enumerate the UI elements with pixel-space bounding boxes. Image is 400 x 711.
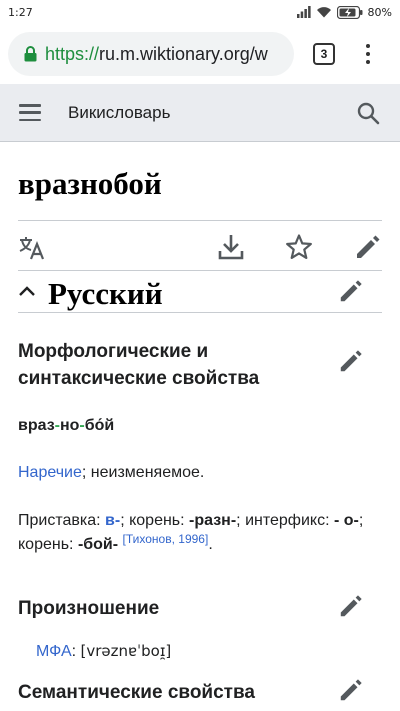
collapse-caret-icon[interactable] [18, 284, 36, 298]
signal-icon [296, 6, 311, 18]
tab-switcher-button[interactable]: 3 [313, 43, 335, 65]
search-icon[interactable] [356, 101, 380, 125]
download-icon[interactable] [217, 232, 245, 262]
edit-section-icon[interactable] [338, 593, 364, 619]
url-host: ru.m.wiktionary.org/w [99, 43, 268, 64]
ipa-transcription: [vrəznɐˈboɪ̯] [80, 642, 172, 660]
semantics-heading: Семантические свойства [18, 682, 255, 703]
status-bar: 1:27 80% [0, 0, 400, 24]
divider [18, 270, 382, 271]
reference-link[interactable]: [Тихонов, 1996] [123, 532, 209, 546]
wifi-icon [316, 7, 331, 18]
divider [18, 220, 382, 221]
morphology-heading: Морфологические и синтаксические свойств… [18, 341, 260, 389]
site-header: Викисловарь [0, 84, 400, 142]
divider [18, 312, 382, 313]
browser-toolbar: https://ru.m.wiktionary.org/w 3 [0, 24, 400, 84]
page-actions [18, 230, 382, 270]
language-icon[interactable] [18, 234, 46, 262]
url-scheme: https:// [45, 43, 100, 64]
part-of-speech: Наречие; неизменяемое. [18, 464, 205, 481]
syllable-breakdown: враз-но-бо́й [18, 417, 115, 434]
page-title: вразнобой [18, 166, 162, 201]
ipa-link[interactable]: МФА [36, 643, 72, 660]
browser-menu-icon[interactable] [364, 42, 372, 66]
watch-star-icon[interactable] [285, 233, 313, 261]
pos-link[interactable]: Наречие [18, 464, 82, 481]
edit-section-icon[interactable] [338, 278, 364, 304]
status-time: 1:27 [8, 5, 33, 19]
prefix-link[interactable]: в- [105, 512, 120, 529]
main-menu-icon[interactable] [19, 104, 41, 121]
pronunciation-heading: Произношение [18, 598, 160, 619]
edit-page-icon[interactable] [354, 233, 382, 261]
morpheme-structure: Приставка: в-; корень: -разн-; интерфикс… [18, 512, 364, 553]
edit-section-icon[interactable] [338, 348, 364, 374]
battery-percent: 80% [367, 5, 392, 19]
section-title: Русский [48, 276, 163, 311]
ipa-line: МФА: [vrəznɐˈboɪ̯] [36, 642, 172, 660]
status-icons: 80% [296, 5, 392, 19]
edit-section-icon[interactable] [338, 677, 364, 703]
site-name[interactable]: Викисловарь [68, 103, 170, 123]
section-header-russian[interactable]: Русский [18, 276, 382, 312]
address-bar[interactable]: https://ru.m.wiktionary.org/w [8, 32, 294, 76]
lock-icon [24, 46, 37, 62]
battery-charging-icon [336, 5, 363, 19]
